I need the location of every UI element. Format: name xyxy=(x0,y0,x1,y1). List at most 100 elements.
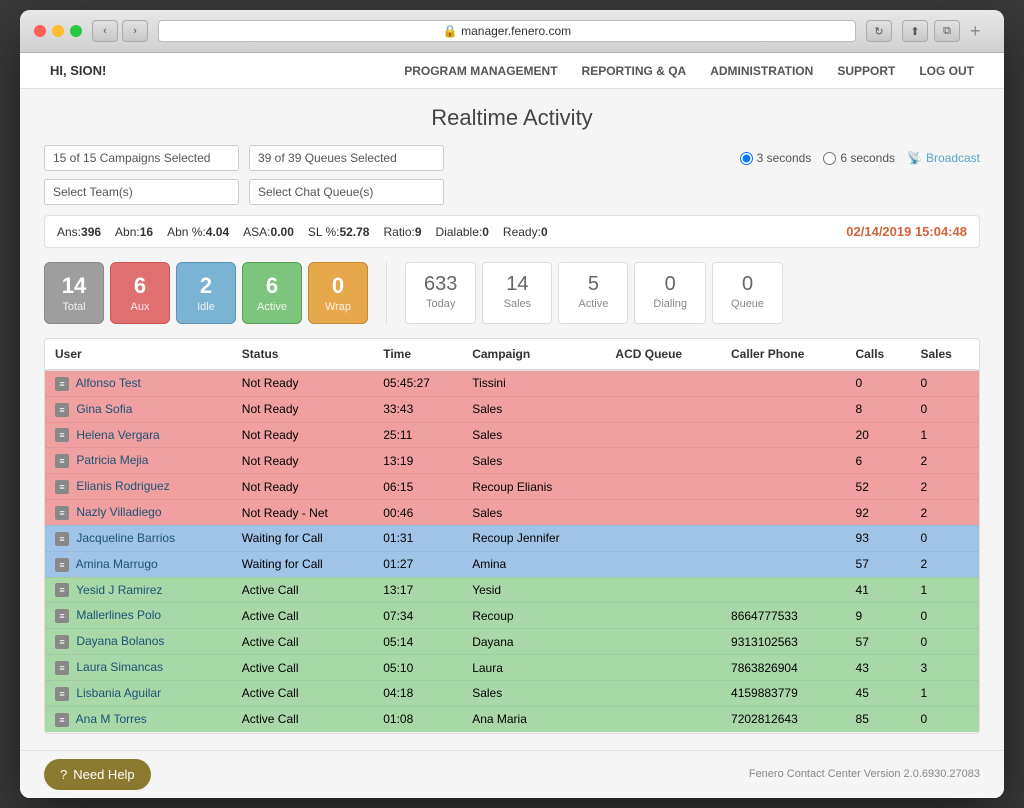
cell-status: Active Call xyxy=(232,680,373,706)
cell-time: 06:15 xyxy=(373,474,462,500)
table-row[interactable]: ≡ Jacqueline Barrios Waiting for Call 01… xyxy=(45,525,979,551)
refresh-3s-option[interactable]: 3 seconds xyxy=(740,151,812,165)
cell-calls: 8 xyxy=(846,396,911,422)
duplicate-button[interactable]: ⧉ xyxy=(934,20,960,42)
cell-caller-phone: 8664777533 xyxy=(721,603,846,629)
user-link[interactable]: Dayana Bolanos xyxy=(76,634,164,648)
table-row[interactable]: ≡ Lisbania Aguilar Active Call 04:18 Sal… xyxy=(45,680,979,706)
address-bar[interactable]: 🔒 manager.fenero.com xyxy=(158,20,856,42)
summary-cards-left: 14 Total 6 Aux 2 Idle 6 Active xyxy=(44,262,368,324)
user-link[interactable]: Yesid J Ramirez xyxy=(76,583,162,597)
chat-queues-select[interactable]: Select Chat Queue(s) xyxy=(249,179,444,205)
cell-time: 05:45:27 xyxy=(373,370,462,396)
stat-asa: ASA:0.00 xyxy=(243,225,294,239)
col-header-status: Status xyxy=(232,339,373,370)
refresh-6s-option[interactable]: 6 seconds xyxy=(823,151,895,165)
cell-user: ≡ Yesid J Ramirez xyxy=(45,577,232,603)
refresh-3s-radio[interactable] xyxy=(740,152,753,165)
cell-calls: 92 xyxy=(846,500,911,526)
nav-administration[interactable]: ADMINISTRATION xyxy=(710,64,813,78)
reload-button[interactable]: ↻ xyxy=(866,20,892,42)
broadcast-icon: 📡 xyxy=(907,151,922,165)
broadcast-button[interactable]: 📡 Broadcast xyxy=(907,151,980,165)
stat-card-today: 633 Today xyxy=(405,262,476,324)
user-icon: ≡ xyxy=(55,661,69,675)
card-active: 6 Active xyxy=(242,262,302,324)
cell-time: 01:31 xyxy=(373,525,462,551)
user-link[interactable]: Lisbania Aguilar xyxy=(76,686,161,700)
table-row[interactable]: ≡ Mallerlines Polo Active Call 07:34 Rec… xyxy=(45,603,979,629)
table-row[interactable]: ≡ Ana M Torres Active Call 01:08 Ana Mar… xyxy=(45,706,979,732)
user-link[interactable]: Jacqueline Barrios xyxy=(76,531,175,545)
top-navigation: HI, SION! PROGRAM MANAGEMENT REPORTING &… xyxy=(20,53,1004,89)
cell-calls: 20 xyxy=(846,422,911,448)
table-row[interactable]: ≡ Dayana Bolanos Active Call 05:14 Dayan… xyxy=(45,629,979,655)
cell-calls: 9 xyxy=(846,603,911,629)
cell-time: 05:10 xyxy=(373,655,462,681)
cell-acd-queue xyxy=(605,448,721,474)
table-row[interactable]: ≡ Yesid J Ramirez Active Call 13:17 Yesi… xyxy=(45,577,979,603)
cell-campaign: Sales xyxy=(462,680,605,706)
table-row[interactable]: ≡ Alfonso Test Not Ready 05:45:27 Tissin… xyxy=(45,370,979,396)
user-link[interactable]: Amina Marrugo xyxy=(76,557,158,571)
cell-caller-phone xyxy=(721,500,846,526)
user-link[interactable]: Elianis Rodriguez xyxy=(76,479,169,493)
bottom-bar: ? Need Help Fenero Contact Center Versio… xyxy=(20,750,1004,798)
user-link[interactable]: Alfonso Test xyxy=(76,376,141,390)
cell-caller-phone xyxy=(721,448,846,474)
stat-dialing-label: Dialing xyxy=(653,298,687,310)
cell-user: ≡ Jacqueline Barrios xyxy=(45,525,232,551)
nav-reporting-qa[interactable]: REPORTING & QA xyxy=(582,64,687,78)
cell-acd-queue xyxy=(605,370,721,396)
user-link[interactable]: Mallerlines Polo xyxy=(76,608,161,622)
cell-campaign: Yesid xyxy=(462,577,605,603)
close-button[interactable] xyxy=(34,25,46,37)
queues-select[interactable]: 39 of 39 Queues Selected xyxy=(249,145,444,171)
user-link[interactable]: Gina Sofia xyxy=(76,402,132,416)
cell-acd-queue xyxy=(605,551,721,577)
fullscreen-button[interactable] xyxy=(70,25,82,37)
refresh-6s-radio[interactable] xyxy=(823,152,836,165)
card-wrap-label: Wrap xyxy=(325,301,351,313)
user-link[interactable]: Helena Vergara xyxy=(76,428,159,442)
col-header-acd-queue: ACD Queue xyxy=(605,339,721,370)
nav-support[interactable]: SUPPORT xyxy=(837,64,895,78)
user-link[interactable]: Patricia Mejia xyxy=(76,453,148,467)
refresh-options: 3 seconds 6 seconds 📡 Broadcast xyxy=(740,151,980,165)
table-row[interactable]: ≡ Elianis Rodriguez Not Ready 06:15 Reco… xyxy=(45,474,979,500)
user-icon: ≡ xyxy=(55,428,69,442)
table-row[interactable]: ≡ Amina Marrugo Waiting for Call 01:27 A… xyxy=(45,551,979,577)
share-button[interactable]: ⬆ xyxy=(902,20,928,42)
cell-user: ≡ Mallerlines Polo xyxy=(45,603,232,629)
need-help-button[interactable]: ? Need Help xyxy=(44,759,151,790)
back-button[interactable]: ‹ xyxy=(92,20,118,42)
cell-status: Active Call xyxy=(232,655,373,681)
table-row[interactable]: ≡ Laura Simancas Active Call 05:10 Laura… xyxy=(45,655,979,681)
table-row[interactable]: ≡ Helena Vergara Not Ready 25:11 Sales 2… xyxy=(45,422,979,448)
stat-dialing-number: 0 xyxy=(653,273,687,296)
cell-calls: 85 xyxy=(846,706,911,732)
teams-select[interactable]: Select Team(s) xyxy=(44,179,239,205)
user-icon: ≡ xyxy=(55,506,69,520)
campaigns-select[interactable]: 15 of 15 Campaigns Selected xyxy=(44,145,239,171)
table-row[interactable]: ≡ Nazly Villadiego Not Ready - Net 00:46… xyxy=(45,500,979,526)
filters-row-1: 15 of 15 Campaigns Selected 39 of 39 Que… xyxy=(44,145,980,171)
forward-button[interactable]: › xyxy=(122,20,148,42)
minimize-button[interactable] xyxy=(52,25,64,37)
new-tab-button[interactable]: + xyxy=(970,21,990,41)
cell-campaign: Laura xyxy=(462,655,605,681)
table-row[interactable]: ≡ Gina Sofia Not Ready 33:43 Sales 8 0 xyxy=(45,396,979,422)
stat-abn: Abn:16 xyxy=(115,225,153,239)
cell-sales: 0 xyxy=(910,603,979,629)
page-title: Realtime Activity xyxy=(44,105,980,131)
user-link[interactable]: Laura Simancas xyxy=(76,660,163,674)
stat-queue-label: Queue xyxy=(731,298,764,310)
cell-status: Not Ready xyxy=(232,396,373,422)
table-row[interactable]: ≡ Patricia Mejia Not Ready 13:19 Sales 6… xyxy=(45,448,979,474)
nav-program-management[interactable]: PROGRAM MANAGEMENT xyxy=(404,64,557,78)
cell-campaign: Sales xyxy=(462,500,605,526)
user-link[interactable]: Ana M Torres xyxy=(76,712,147,726)
nav-logout[interactable]: LOG OUT xyxy=(919,64,974,78)
cell-campaign: Amina xyxy=(462,551,605,577)
user-link[interactable]: Nazly Villadiego xyxy=(76,505,161,519)
